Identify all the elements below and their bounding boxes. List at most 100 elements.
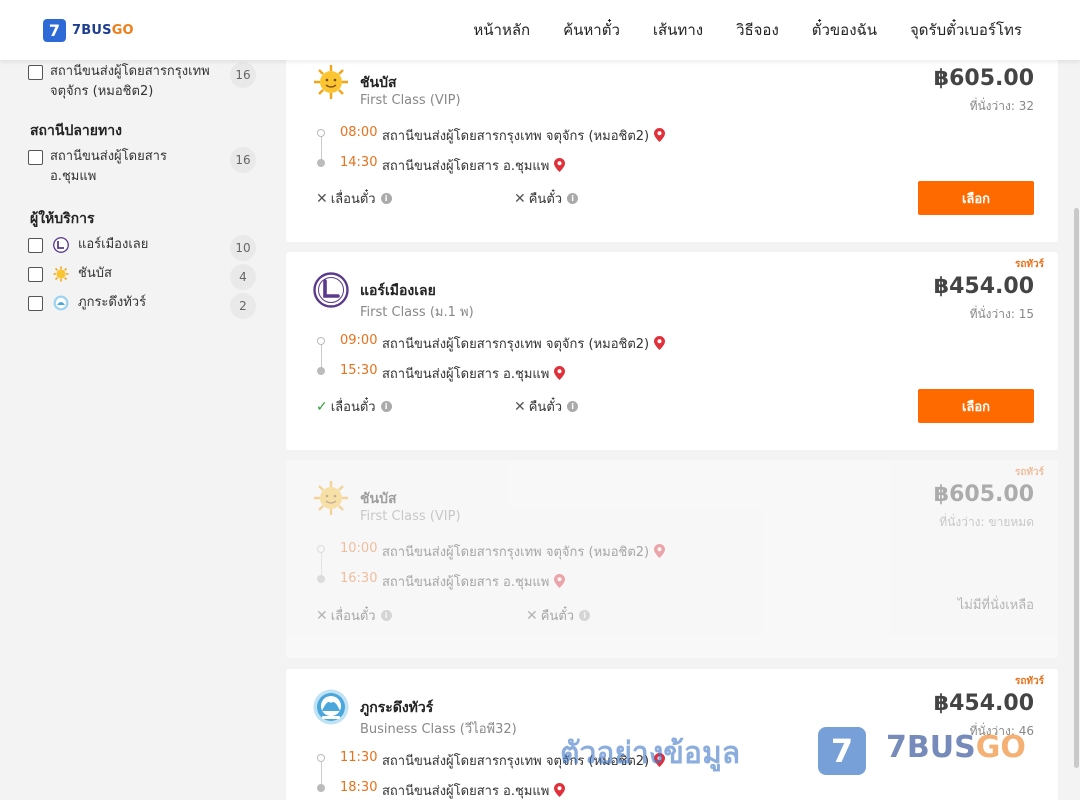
scrollbar-thumb[interactable] — [1074, 208, 1079, 768]
refund-policy: ✕ คืนตั๋ว i — [514, 188, 579, 209]
depart-time: 09:00 — [340, 333, 378, 348]
map-pin-icon[interactable] — [654, 128, 666, 142]
depart-station-name: สถานีขนส่งผู้โดยสารกรุงเทพ จตุจักร (หมอช… — [382, 337, 650, 352]
trip-card: ชันบัส First Class (VIP) ฿605.00 ที่นั่ง… — [286, 44, 1058, 242]
refund-label: คืนตั๋ว — [528, 400, 563, 415]
trip-card-sold-out: รถทัวร์ ชันบัส First Class (VIP) ฿605.00… — [286, 460, 1058, 658]
depart-time: 08:00 — [340, 125, 378, 140]
page-scrollbar[interactable] — [1072, 60, 1080, 800]
reschedule-policy: ✓ เลื่อนตั๋ว i — [316, 396, 392, 417]
timeline-end-dot — [317, 784, 325, 792]
operator-filter-item[interactable]: ภูกระดึงทัวร์ 2 — [28, 293, 256, 319]
operator-filter-item[interactable]: แอร์เมืองเลย 10 — [28, 235, 256, 261]
select-trip-button[interactable]: เลือก — [918, 181, 1034, 215]
seats-available: ที่นั่งว่าง: ขายหมด — [939, 515, 1034, 529]
price: ฿605.00 — [933, 66, 1034, 91]
bus-class: First Class (ม.1 พ) — [360, 305, 474, 320]
watermark-brand-bus: 7BUS — [886, 730, 976, 765]
depart-time: 11:30 — [340, 750, 378, 765]
info-icon[interactable]: i — [567, 193, 579, 204]
operator-filter-item[interactable]: ชันบัส 4 — [28, 264, 256, 290]
logo-text-bus: 7BUS — [72, 23, 112, 38]
arrive-station: สถานีขนส่งผู้โดยสาร อ.ชุมแพ — [382, 155, 566, 176]
operator-checkbox[interactable] — [28, 238, 43, 253]
depart-time: 10:00 — [340, 541, 378, 556]
nav-my-tickets[interactable]: ตั๋วของฉัน — [812, 18, 877, 42]
trip-tag: รถทัวร์ — [1014, 259, 1044, 270]
arrive-station-name: สถานีขนส่งผู้โดยสาร อ.ชุมแพ — [382, 367, 550, 382]
depart-station-name: สถานีขนส่งผู้โดยสารกรุงเทพ จตุจักร (หมอช… — [382, 129, 650, 144]
destination-checkbox[interactable] — [28, 150, 43, 165]
timeline-end-dot — [317, 575, 325, 583]
info-icon[interactable]: i — [380, 193, 392, 204]
operator-count: 4 — [230, 264, 256, 290]
phukradueng-logo-icon — [313, 689, 349, 725]
price: ฿605.00 — [933, 482, 1034, 507]
operator-checkbox[interactable] — [28, 296, 43, 311]
select-trip-button[interactable]: เลือก — [918, 389, 1034, 423]
trip-tag: รถทัวร์ — [1014, 676, 1044, 687]
timeline-start-dot — [317, 129, 325, 137]
cross-icon: ✕ — [514, 190, 526, 207]
operator-heading: ผู้ให้บริการ — [30, 211, 95, 227]
cross-icon: ✕ — [316, 190, 328, 207]
nav-search-ticket[interactable]: ค้นหาตั๋ว — [563, 18, 620, 42]
timeline-start-dot — [317, 754, 325, 762]
origin-filter-item[interactable]: สถานีขนส่งผู้โดยสารกรุงเทพ จตุจักร (หมอช… — [28, 62, 256, 102]
arrive-station-name: สถานีขนส่งผู้โดยสาร อ.ชุมแพ — [382, 159, 550, 174]
map-pin-icon — [654, 544, 666, 558]
top-header: 7 7BUSGO หน้าหลัก ค้นหาตั๋ว เส้นทาง วิธี… — [0, 0, 1080, 60]
origin-count: 16 — [230, 62, 256, 88]
destination-filter-item[interactable]: สถานีขนส่งผู้โดยสาร อ.ชุมแพ 16 — [28, 147, 256, 187]
trip-card: รถทัวร์ แอร์เมืองเลย First Class (ม.1 พ)… — [286, 252, 1058, 450]
arrive-station-name: สถานีขนส่งผู้โดยสาร อ.ชุมแพ — [382, 575, 550, 590]
map-pin-icon[interactable] — [554, 366, 566, 380]
map-pin-icon[interactable] — [554, 783, 566, 797]
operator-label: ภูกระดึงทัวร์ — [78, 295, 147, 310]
depart-station: สถานีขนส่งผู้โดยสารกรุงเทพ จตุจักร (หมอช… — [382, 125, 666, 146]
origin-label: สถานีขนส่งผู้โดยสารกรุงเทพ จตุจักร (หมอช… — [50, 64, 210, 99]
logo-text: 7BUSGO — [72, 23, 134, 38]
bus-class: First Class (VIP) — [360, 93, 461, 108]
origin-checkbox[interactable] — [28, 65, 43, 80]
operator-name: ชันบัส — [360, 75, 397, 91]
air-muang-loei-logo-icon — [313, 272, 349, 308]
reschedule-label: เลื่อนตั๋ว — [330, 609, 376, 624]
arrive-time: 16:30 — [340, 571, 378, 586]
phukradueng-icon — [53, 295, 69, 311]
price: ฿454.00 — [933, 691, 1034, 716]
nav-routes[interactable]: เส้นทาง — [653, 18, 703, 42]
operator-name: ภูกระดึงทัวร์ — [360, 700, 434, 716]
info-icon[interactable]: i — [567, 401, 579, 412]
seats-available: ที่นั่งว่าง: 15 — [969, 307, 1034, 321]
operator-label: แอร์เมืองเลย — [78, 237, 149, 252]
destination-heading: สถานีปลายทาง — [30, 123, 122, 139]
sample-data-watermark: ตัวอย่างข้อมูล — [560, 736, 741, 771]
nav-home[interactable]: หน้าหลัก — [473, 18, 530, 42]
timeline-line — [321, 553, 322, 575]
map-pin-icon[interactable] — [654, 336, 666, 350]
depart-station: สถานีขนส่งผู้โดยสารกรุงเทพ จตุจักร (หมอช… — [382, 333, 666, 354]
reschedule-label: เลื่อนตั๋ว — [330, 192, 376, 207]
trip-tag: รถทัวร์ — [1014, 467, 1044, 478]
watermark-brand-go: GO — [975, 730, 1026, 765]
nav-ticket-pickup[interactable]: จุดรับตั๋วเบอร์โทร — [910, 18, 1022, 42]
map-pin-icon[interactable] — [554, 158, 566, 172]
operator-count: 10 — [230, 235, 256, 261]
logo[interactable]: 7 7BUSGO — [43, 19, 134, 42]
cross-icon: ✕ — [514, 398, 526, 415]
operator-checkbox[interactable] — [28, 267, 43, 282]
arrive-station: สถานีขนส่งผู้โดยสาร อ.ชุมแพ — [382, 363, 566, 384]
refund-label: คืนตั๋ว — [540, 609, 575, 624]
watermark-brand: 7BUSGO — [886, 730, 1026, 765]
destination-count: 16 — [230, 147, 256, 173]
operator-name: แอร์เมืองเลย — [360, 283, 436, 299]
nav-how-to-book[interactable]: วิธีจอง — [736, 18, 779, 42]
sun-icon — [53, 266, 69, 282]
sun-logo-icon — [314, 65, 348, 99]
refund-label: คืนตั๋ว — [528, 192, 563, 207]
info-icon[interactable]: i — [380, 401, 392, 412]
seats-available: ที่นั่งว่าง: 32 — [969, 99, 1034, 113]
timeline-start-dot — [317, 337, 325, 345]
info-icon: i — [579, 610, 591, 621]
